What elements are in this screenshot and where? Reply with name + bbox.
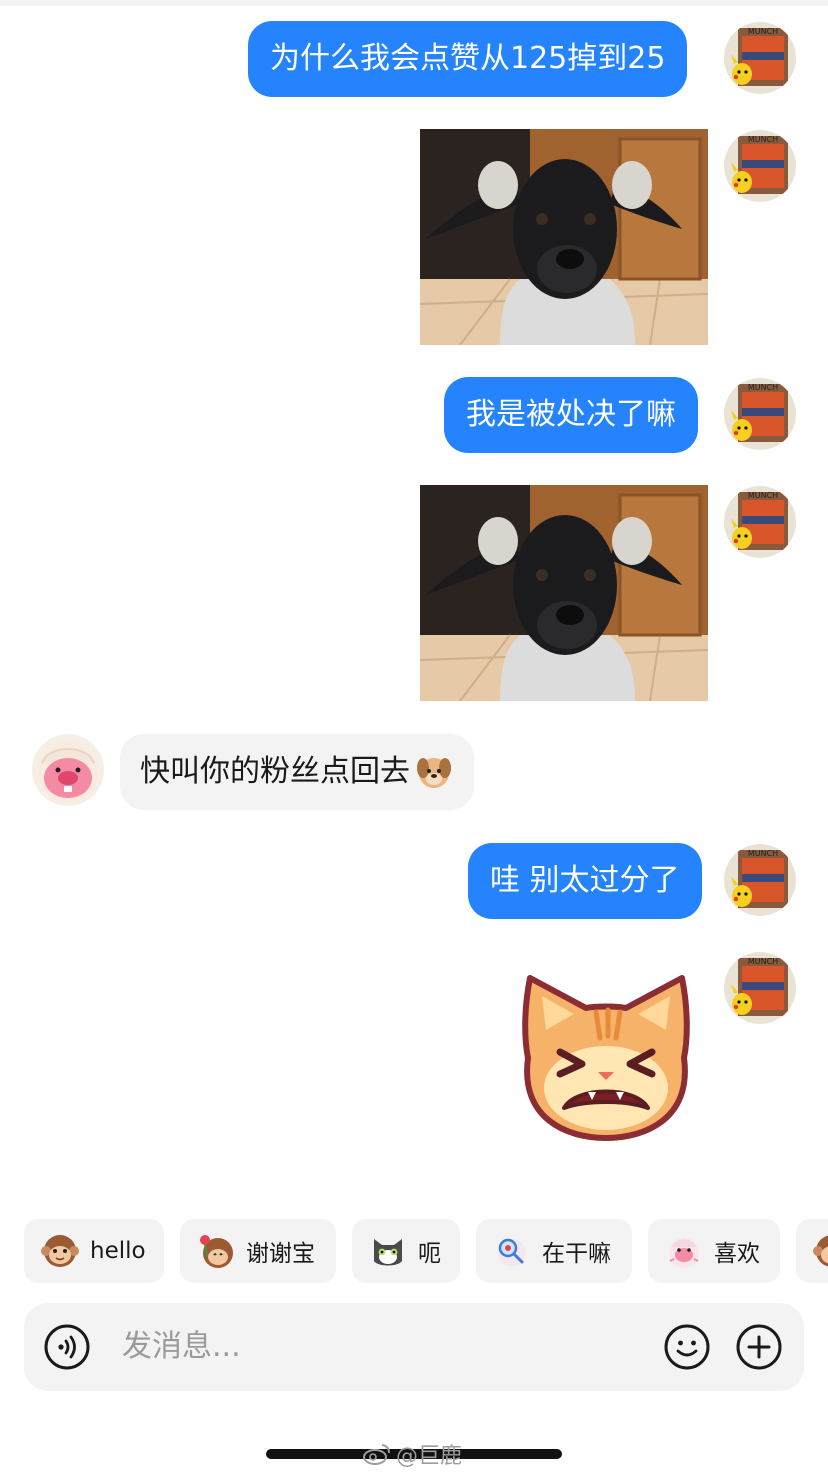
quick-reply-more[interactable] (796, 1219, 828, 1283)
cat-icon (374, 1239, 402, 1266)
quick-reply-uh[interactable]: 呃 (352, 1219, 460, 1283)
contact-avatar[interactable] (32, 734, 104, 806)
svg-text:MUNCH: MUNCH (748, 383, 778, 392)
magnifier-character-icon (498, 1238, 526, 1267)
quick-reply-thanks[interactable]: 谢谢宝 (180, 1219, 336, 1283)
user-avatar[interactable]: MUNCH (724, 130, 796, 202)
svg-text:MUNCH: MUNCH (748, 27, 778, 36)
message-input-bar[interactable]: 发消息... (24, 1303, 804, 1391)
dog-photo[interactable] (420, 485, 708, 701)
quick-reply-label: 谢谢宝 (246, 1241, 315, 1267)
quick-reply-row: hello 谢谢宝 呃 在干嘛 喜欢 (0, 1219, 828, 1283)
monkey-icon (813, 1235, 828, 1267)
svg-text:MUNCH: MUNCH (748, 135, 778, 144)
watermark: @巨鹿 (362, 1438, 462, 1470)
monkey-icon (41, 1235, 79, 1267)
quick-reply-label: 在干嘛 (542, 1241, 611, 1267)
quick-reply-label: hello (90, 1238, 146, 1264)
pink-character-icon (669, 1238, 699, 1268)
dog-photo[interactable] (420, 129, 708, 345)
dog-emoji-icon (417, 758, 451, 788)
user-avatar[interactable]: MUNCH (724, 486, 796, 558)
user-avatar[interactable]: MUNCH (724, 952, 796, 1024)
monkey-flower-icon (200, 1235, 233, 1268)
user-avatar[interactable]: MUNCH (724, 378, 796, 450)
plus-icon[interactable] (736, 1324, 782, 1370)
quick-reply-what-doing[interactable]: 在干嘛 (476, 1219, 632, 1283)
outgoing-message[interactable]: 哇 别太过分了 (468, 843, 702, 919)
user-avatar[interactable]: MUNCH (724, 844, 796, 916)
svg-text:MUNCH: MUNCH (748, 491, 778, 500)
angry-cat-sticker[interactable] (516, 968, 696, 1144)
quick-reply-label: 喜欢 (714, 1241, 760, 1267)
svg-text:MUNCH: MUNCH (748, 957, 778, 966)
emoji-icon[interactable] (664, 1324, 710, 1370)
voice-icon[interactable] (44, 1324, 90, 1370)
watermark-text: @巨鹿 (396, 1444, 463, 1469)
svg-text:MUNCH: MUNCH (748, 849, 778, 858)
incoming-message[interactable]: 快叫你的粉丝点回去 (120, 734, 474, 810)
quick-reply-label: 呃 (418, 1241, 441, 1267)
message-input[interactable]: 发消息... (122, 1303, 241, 1391)
weibo-logo-icon (363, 1444, 390, 1465)
outgoing-message[interactable]: 为什么我会点赞从125掉到25 (248, 21, 688, 97)
quick-reply-hello[interactable]: hello (24, 1219, 164, 1283)
incoming-message-text: 快叫你的粉丝点回去 (140, 754, 410, 789)
outgoing-message[interactable]: 我是被处决了嘛 (444, 377, 698, 453)
top-edge (0, 0, 828, 6)
quick-reply-like[interactable]: 喜欢 (648, 1219, 780, 1283)
user-avatar[interactable]: MUNCH (724, 22, 796, 94)
